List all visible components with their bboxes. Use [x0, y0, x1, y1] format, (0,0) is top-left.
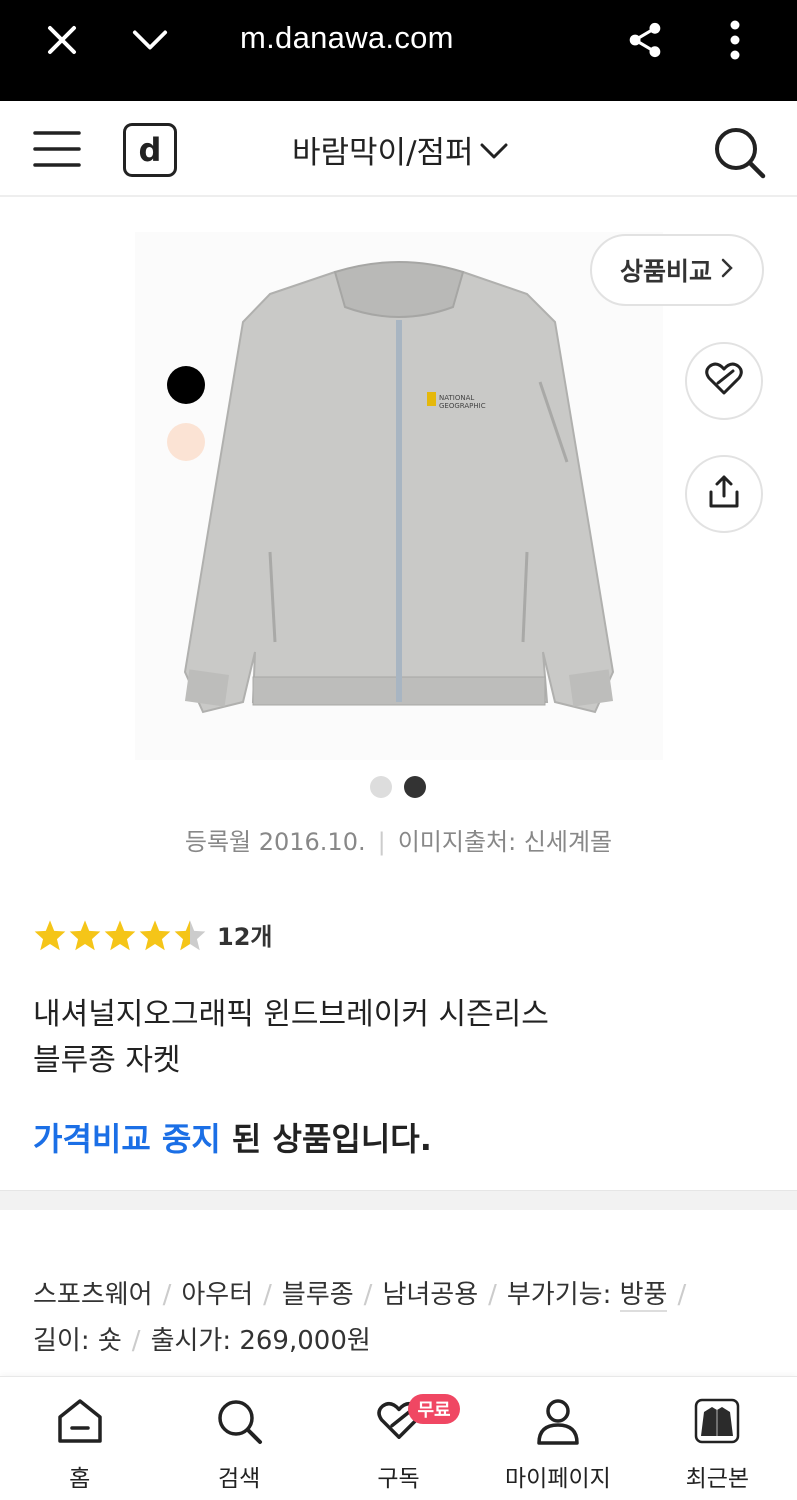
danawa-logo[interactable]: d	[123, 123, 177, 177]
color-swatch-beige[interactable]	[167, 423, 205, 461]
search-icon	[213, 1395, 265, 1447]
browser-bar: m.danawa.com	[0, 0, 797, 101]
pagination-dot-active[interactable]	[404, 776, 426, 798]
nav-recent-label: 최근본	[685, 1466, 750, 1492]
image-source: 이미지출처: 신세계몰	[397, 828, 613, 856]
heart-icon	[705, 362, 743, 400]
product-image[interactable]: NATIONAL GEOGRAPHIC	[135, 232, 663, 760]
jacket-illustration: NATIONAL GEOGRAPHIC	[183, 261, 615, 714]
pagination-dot[interactable]	[370, 776, 392, 798]
image-pagination	[370, 776, 426, 798]
registration-date: 등록월 2016.10.	[184, 828, 366, 856]
spec-length: 길이: 숏	[33, 1326, 122, 1356]
nav-mypage-label: 마이페이지	[505, 1466, 611, 1492]
compare-button[interactable]: 상품비교	[590, 234, 764, 306]
category-label: 바람막이/점퍼	[292, 135, 474, 171]
nav-subscribe-label: 구독	[377, 1466, 420, 1492]
svg-text:GEOGRAPHIC: GEOGRAPHIC	[439, 402, 486, 410]
hamburger-menu-icon[interactable]	[33, 129, 81, 169]
spec-feature-label: 부가기능:	[506, 1280, 620, 1310]
chevron-right-icon	[720, 256, 734, 285]
chevron-down-icon[interactable]	[132, 22, 168, 58]
star-icon	[104, 919, 136, 950]
spec-item: 남녀공용	[382, 1280, 479, 1310]
color-swatch-black[interactable]	[167, 366, 205, 404]
status-highlight: 가격비교 중지	[33, 1120, 221, 1158]
spec-item: 스포츠웨어	[33, 1280, 153, 1310]
nav-recent[interactable]: 최근본	[638, 1377, 797, 1500]
compare-label: 상품비교	[619, 257, 712, 286]
rating[interactable]: 12개	[33, 917, 272, 952]
recent-product-thumbnail	[691, 1395, 743, 1447]
chevron-down-icon	[480, 132, 508, 168]
share-icon[interactable]	[627, 22, 663, 58]
registration-info: 등록월 2016.10. | 이미지출처: 신세계몰	[0, 822, 797, 857]
half-star-icon	[174, 919, 206, 950]
nav-subscribe[interactable]: 구독	[319, 1377, 478, 1500]
wishlist-button[interactable]	[685, 342, 763, 420]
spec-feature-link[interactable]: 방풍	[619, 1280, 668, 1312]
nav-mypage[interactable]: 마이페이지	[478, 1377, 637, 1500]
upload-share-icon	[706, 474, 742, 514]
status-text: 된 상품입니다.	[220, 1120, 432, 1158]
star-rating	[33, 919, 207, 951]
category-dropdown[interactable]: 바람막이/점퍼	[292, 127, 508, 172]
free-badge: 무료	[408, 1394, 460, 1424]
star-icon	[69, 919, 101, 950]
star-icon	[34, 919, 66, 950]
spec-item: 블루종	[281, 1280, 354, 1310]
more-menu-icon[interactable]	[717, 20, 753, 60]
product-specs: 스포츠웨어 / 아우터 / 블루종 / 남녀공용 / 부가기능: 방풍 / 길이: 숏 / 출시가: …	[33, 1280, 687, 1356]
nav-home-label: 홈	[69, 1466, 91, 1492]
svg-text:NATIONAL: NATIONAL	[439, 394, 474, 402]
user-icon	[532, 1395, 584, 1447]
separator: |	[377, 828, 386, 856]
search-icon[interactable]	[712, 125, 766, 179]
review-count[interactable]: 12개	[217, 917, 272, 952]
spec-release-price: 출시가: 269,000원	[150, 1326, 371, 1356]
product-title-line2: 블루종 자켓	[33, 1043, 181, 1078]
url-text[interactable]: m.danawa.com	[240, 20, 454, 56]
nav-search[interactable]: 검색	[159, 1377, 318, 1500]
bottom-nav: 홈 검색 구독 마이페이지 최근본	[0, 1376, 797, 1500]
share-button[interactable]	[685, 455, 763, 533]
product-title-line1: 내셔널지오그래픽 윈드브레이커 시즌리스	[33, 997, 549, 1032]
close-icon[interactable]	[44, 22, 80, 58]
nav-search-label: 검색	[217, 1466, 261, 1492]
home-icon	[54, 1395, 106, 1447]
section-divider	[0, 1190, 797, 1210]
app-header: d 바람막이/점퍼	[0, 101, 797, 197]
product-title: 내셔널지오그래픽 윈드브레이커 시즌리스 블루종 자켓	[33, 992, 753, 1084]
nav-home[interactable]: 홈	[0, 1377, 159, 1500]
star-icon	[139, 919, 171, 950]
price-compare-status: 가격비교 중지 된 상품입니다.	[33, 1114, 432, 1160]
spec-item: 아우터	[181, 1280, 254, 1310]
